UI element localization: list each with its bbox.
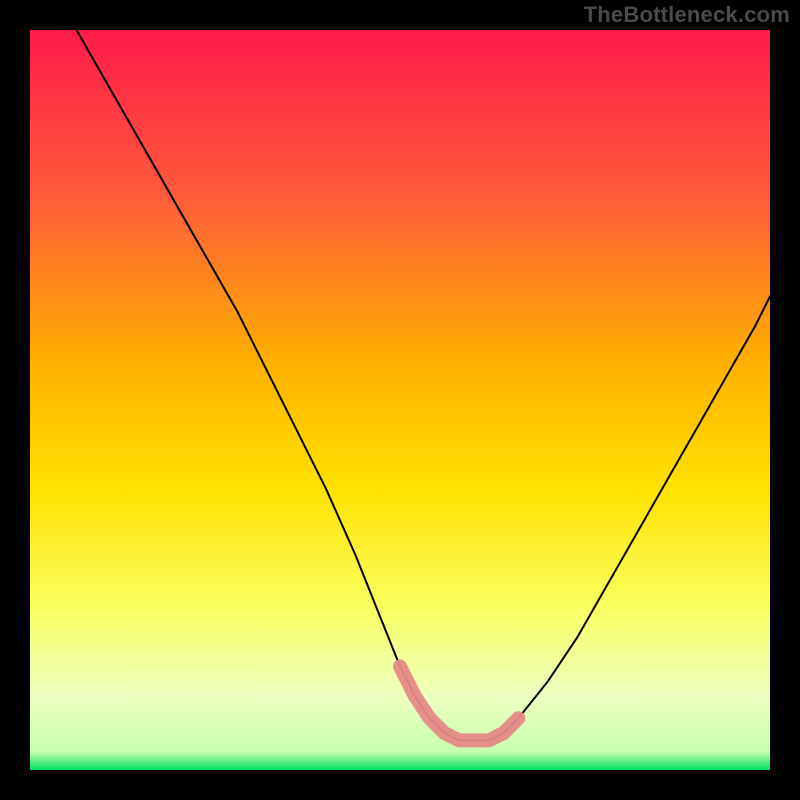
plot-svg (30, 30, 770, 770)
watermark-text: TheBottleneck.com (584, 2, 790, 28)
plot-area (30, 30, 770, 770)
chart-container: TheBottleneck.com (0, 0, 800, 800)
